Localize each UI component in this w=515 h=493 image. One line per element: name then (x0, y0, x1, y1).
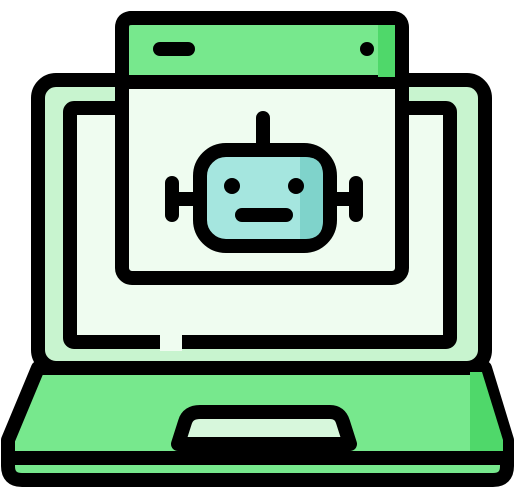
touchpad (171, 405, 357, 451)
robot-left-eye (224, 178, 240, 194)
window-title-dot (360, 42, 374, 56)
laptop-with-robot-window-icon (1, 11, 514, 487)
illustration-canvas (0, 0, 515, 493)
screen-border-gap (160, 335, 182, 351)
robot-face-shade (300, 157, 323, 239)
robot-right-eye (288, 178, 304, 194)
window-titlebar-shade (378, 25, 395, 77)
